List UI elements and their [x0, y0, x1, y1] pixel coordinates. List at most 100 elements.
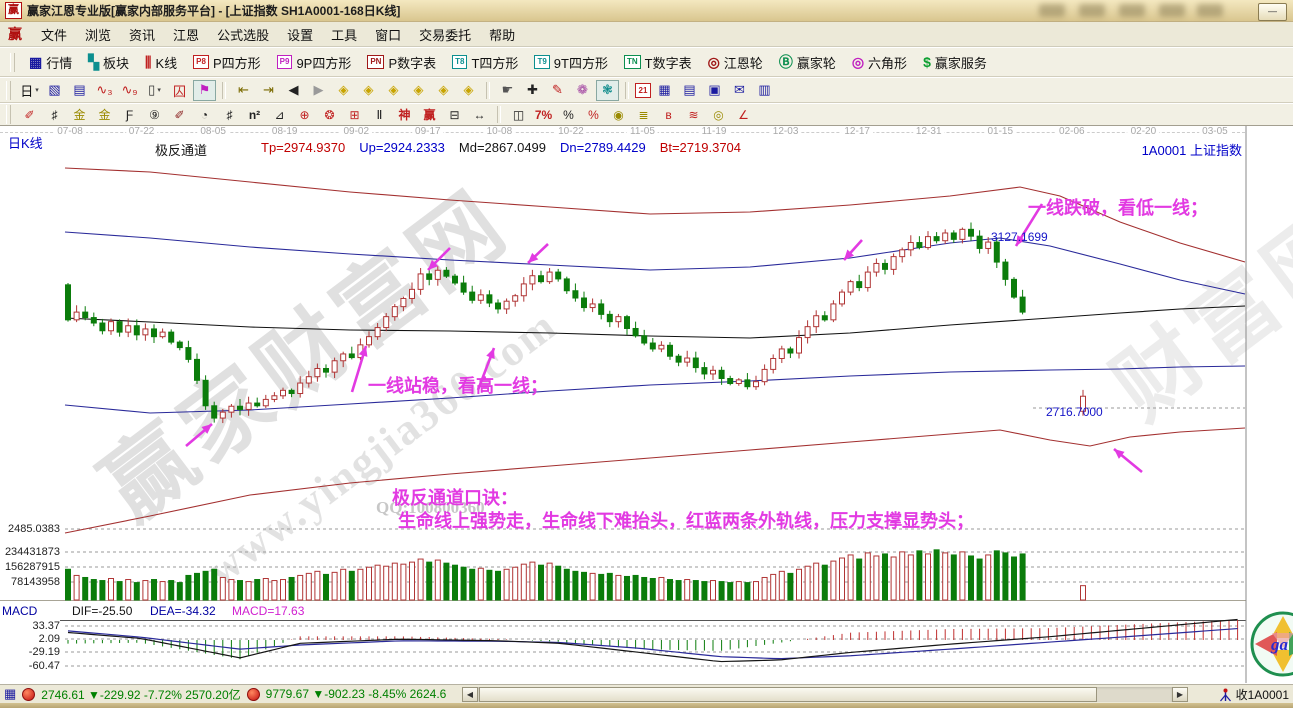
- percent-7-tool[interactable]: 7%: [532, 106, 555, 124]
- ruler-tool[interactable]: ♯: [43, 106, 66, 124]
- period-selector[interactable]: 日▾: [18, 80, 41, 101]
- crosshair-tool-button[interactable]: ✚: [521, 80, 544, 101]
- compass-circle-tool[interactable]: ⊕: [293, 106, 316, 124]
- width-measure-tool[interactable]: ↔: [468, 106, 491, 124]
- horizontal-scrollbar[interactable]: ◀ ▶: [462, 687, 1188, 702]
- diamond-compress-x-button[interactable]: ◈: [407, 80, 430, 101]
- diamond-compress-all-button[interactable]: ◈: [457, 80, 480, 101]
- angle-tool[interactable]: ∠: [732, 106, 755, 124]
- wave-band-tool[interactable]: ≋: [682, 106, 705, 124]
- spiral-9-tool[interactable]: ⑨: [143, 106, 166, 124]
- draw-pen-2-tool[interactable]: ✐: [168, 106, 191, 124]
- percent-bars-tool[interactable]: ◫: [507, 106, 530, 124]
- gold-ring-tool[interactable]: ◎: [707, 106, 730, 124]
- workstation-button[interactable]: ▥: [753, 80, 776, 101]
- mail-button[interactable]: ✉: [728, 80, 751, 101]
- macd-axis-label-2: -29.19: [0, 646, 60, 658]
- chart-style-button[interactable]: ▧: [43, 80, 66, 101]
- percent-line-tool[interactable]: %: [582, 106, 605, 124]
- quotes-button[interactable]: ▦行情: [21, 51, 80, 74]
- t-square-button[interactable]: T8T四方形: [444, 51, 526, 74]
- brain-tool-button[interactable]: ❃: [596, 80, 619, 101]
- menu-item-公式选股[interactable]: 公式选股: [208, 22, 278, 47]
- ruler-2-tool[interactable]: ♯: [218, 106, 241, 124]
- prev-bar-button[interactable]: ◀: [282, 80, 305, 101]
- gann-dial-tool[interactable]: ◔: [193, 106, 216, 124]
- gann-fan-tool[interactable]: ⊿: [268, 106, 291, 124]
- menu-item-窗口[interactable]: 窗口: [366, 22, 410, 47]
- last-page-button[interactable]: ⇥: [257, 80, 280, 101]
- hand-tool-button[interactable]: ☛: [496, 80, 519, 101]
- save-button[interactable]: ▣: [703, 80, 726, 101]
- next-bar-button[interactable]: ▶: [307, 80, 330, 101]
- star-target-tool[interactable]: ❂: [318, 106, 341, 124]
- toolbar-drag-handle[interactable]: [6, 105, 11, 124]
- p-square-button-icon: P8: [193, 55, 209, 69]
- gold-levels-tool[interactable]: ≣: [632, 106, 655, 124]
- percent-tool[interactable]: %: [557, 106, 580, 124]
- t9-square-button[interactable]: T99T四方形: [526, 51, 616, 74]
- quote-list-button[interactable]: ▤: [68, 80, 91, 101]
- gann-wheel-button[interactable]: ◎江恩轮: [700, 51, 771, 74]
- menu-item-江恩[interactable]: 江恩: [164, 22, 208, 47]
- diamond-expand-x-button[interactable]: ◈: [382, 80, 405, 101]
- toolbar-drag-handle[interactable]: [10, 53, 15, 72]
- gold-ratio-2-tool[interactable]: 金: [93, 106, 116, 124]
- flag-tool-button[interactable]: ⚑: [193, 80, 216, 101]
- gold-ratio-tool[interactable]: 金: [68, 106, 91, 124]
- scroll-left-button[interactable]: ◀: [462, 687, 478, 702]
- toolbar-drag-handle[interactable]: [6, 81, 11, 100]
- winner-service-button[interactable]: $赢家服务: [915, 51, 995, 74]
- chart-area[interactable]: 日K线 1A0001 上证指数 ga 赢家财富网www.yingjia360.c…: [0, 126, 1293, 684]
- kline-button[interactable]: ⫼K线: [137, 51, 185, 74]
- wave-3-button[interactable]: ∿₃: [93, 80, 116, 101]
- first-page-button[interactable]: ⇤: [232, 80, 255, 101]
- menu-item-设置[interactable]: 设置: [278, 22, 322, 47]
- draw-pen-tool[interactable]: ✐: [18, 106, 41, 124]
- shanghai-index-icon[interactable]: [22, 688, 35, 701]
- sectors-button[interactable]: ▚板块: [80, 51, 137, 74]
- menu-item-资讯[interactable]: 资讯: [120, 22, 164, 47]
- b-pen-tool[interactable]: ʙ: [657, 106, 680, 124]
- menu-item-帮助[interactable]: 帮助: [480, 22, 524, 47]
- t-number-table-button[interactable]: TNT数字表: [616, 51, 700, 74]
- cloud-tool-button[interactable]: ❁: [571, 80, 594, 101]
- grid-target-tool[interactable]: ⊞: [343, 106, 366, 124]
- ying-tool[interactable]: 赢: [418, 106, 441, 124]
- ruler-123-tool[interactable]: ⊟: [443, 106, 466, 124]
- h-marks-tool[interactable]: Ⅱ: [368, 106, 391, 124]
- menu-item-交易委托[interactable]: 交易委托: [410, 22, 480, 47]
- notepad-button[interactable]: ▤: [678, 80, 701, 101]
- calculator-button[interactable]: ▦: [653, 80, 676, 101]
- scroll-right-button[interactable]: ▶: [1172, 687, 1188, 702]
- menu-item-工具[interactable]: 工具: [322, 22, 366, 47]
- scrollbar-thumb[interactable]: [479, 687, 1097, 702]
- n-square-tool[interactable]: n²: [243, 106, 266, 124]
- diamond-expand-all-button[interactable]: ◈: [432, 80, 455, 101]
- p-square-button[interactable]: P8P四方形: [185, 51, 268, 74]
- shenzhen-index-icon[interactable]: [247, 688, 260, 701]
- wave-9-button[interactable]: ∿₉: [118, 80, 141, 101]
- hexagon-button[interactable]: ◎六角形: [844, 51, 915, 74]
- shen-tool[interactable]: 神: [393, 106, 416, 124]
- winner-wheel-button[interactable]: Ⓑ赢家轮: [771, 51, 844, 74]
- menu-item-文件[interactable]: 文件: [32, 22, 76, 47]
- diamond-shift-right-button[interactable]: ◈: [357, 80, 380, 101]
- annotate-pen-button[interactable]: ✎: [546, 80, 569, 101]
- shenzhen-index-quote: 9779.67 ▼-902.23 -8.45% 2624.6: [266, 687, 447, 701]
- diamond-shift-left-button[interactable]: ◈: [332, 80, 355, 101]
- calendar-button[interactable]: 21: [635, 83, 651, 98]
- quotes-grid-icon[interactable]: ▦: [4, 686, 16, 702]
- candle-type-selector[interactable]: ▯▾: [143, 80, 166, 101]
- volume-bar: [444, 563, 449, 600]
- p9-square-button[interactable]: P99P四方形: [269, 51, 360, 74]
- gold-compass-tool[interactable]: ◉: [607, 106, 630, 124]
- gann-figure-button[interactable]: 囚: [168, 80, 191, 101]
- date-axis-label: 07-22: [126, 126, 158, 137]
- candle-body: [908, 243, 913, 250]
- date-axis-label: 12-17: [841, 126, 873, 137]
- p-number-table-button[interactable]: PNP数字表: [359, 51, 444, 74]
- minimize-button[interactable]: —: [1258, 3, 1287, 21]
- menu-item-浏览[interactable]: 浏览: [76, 22, 120, 47]
- fibonacci-ruler-tool[interactable]: Ƒ: [118, 106, 141, 124]
